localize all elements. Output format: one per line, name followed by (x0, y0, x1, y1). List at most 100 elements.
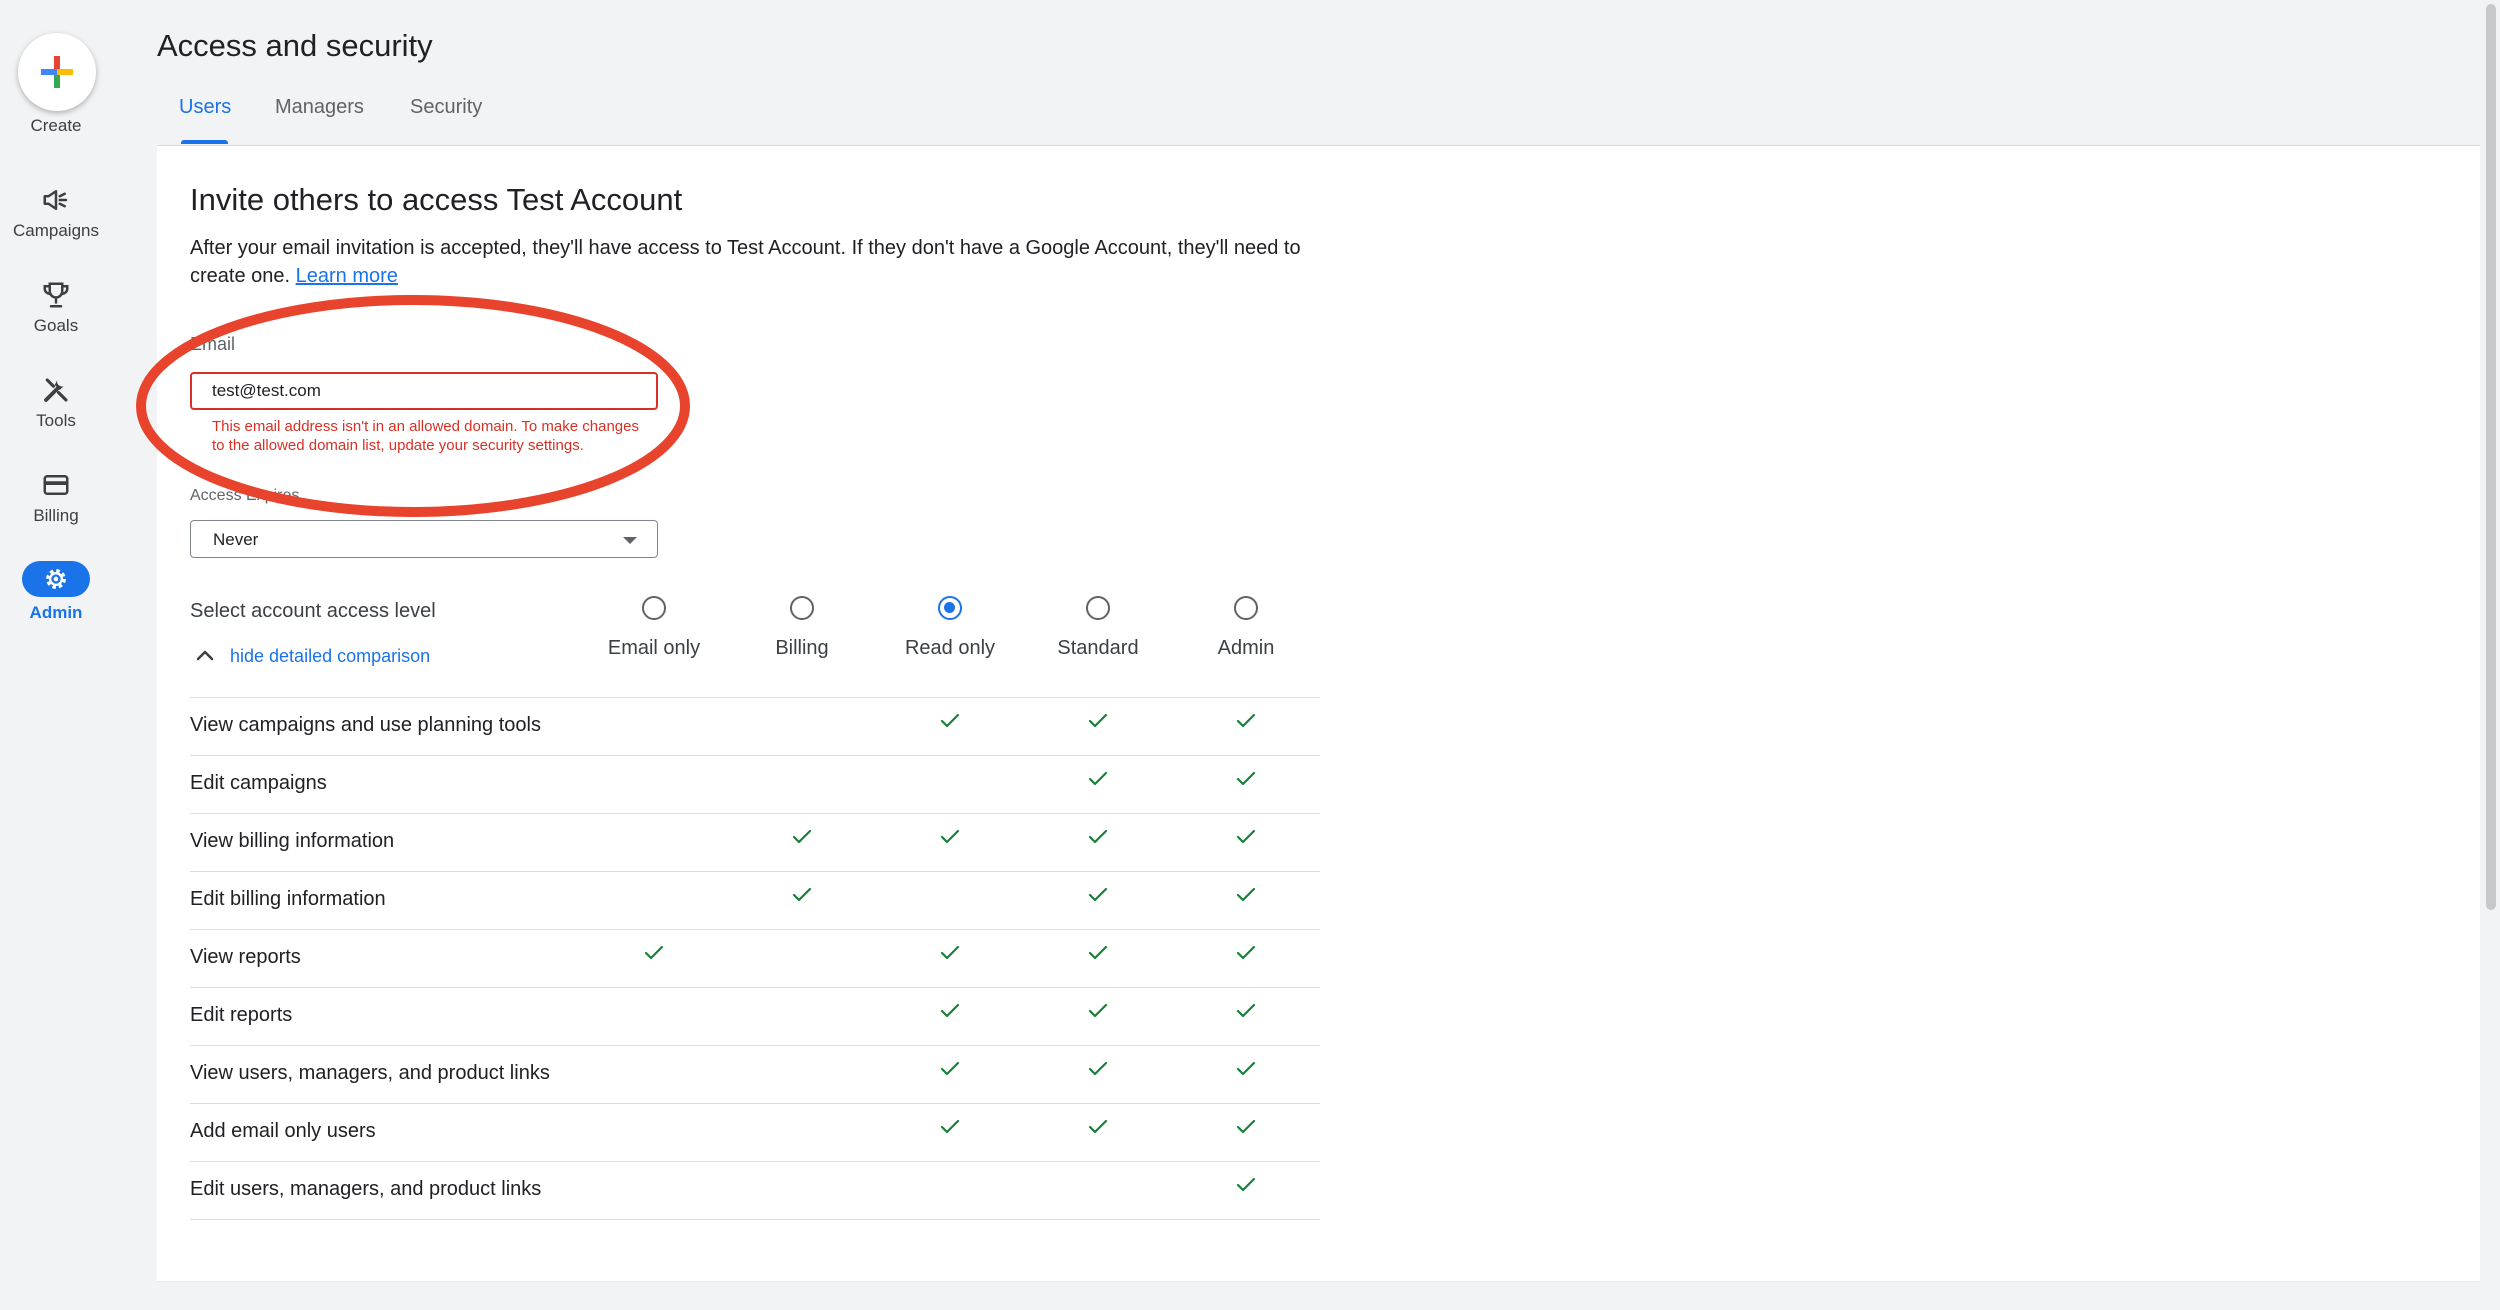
radio-label: Admin (1171, 637, 1321, 660)
chevron-up-icon (192, 644, 218, 668)
email-error-message: This email address isn't in an allowed d… (212, 417, 652, 455)
trophy-icon (40, 280, 72, 310)
access-level-label: Select account access level (190, 600, 436, 623)
check-icon (930, 1002, 970, 1028)
sidebar-item-label: Tools (0, 411, 112, 431)
check-icon (930, 1060, 970, 1086)
active-tab-indicator (181, 140, 228, 144)
permission-label: Edit billing information (190, 888, 386, 911)
tools-icon (40, 375, 72, 405)
check-icon (782, 886, 822, 912)
check-icon (1078, 1060, 1118, 1086)
sidebar-item-label: Campaigns (0, 221, 112, 241)
plus-icon (37, 52, 77, 92)
credit-card-icon (40, 470, 72, 500)
permission-label: Edit users, managers, and product links (190, 1178, 541, 1201)
permission-label: View billing information (190, 830, 394, 853)
create-label: Create (0, 116, 112, 136)
radio-label: Standard (1023, 637, 1173, 660)
check-icon (1226, 886, 1266, 912)
sidebar-item-label: Goals (0, 316, 112, 336)
sidebar: Create Campaigns Goals Tools Billing (0, 0, 112, 1310)
check-icon (1078, 712, 1118, 738)
section-title: Invite others to access Test Account (190, 182, 682, 218)
radio-read-only[interactable] (938, 596, 962, 620)
access-level-billing[interactable]: Billing (727, 596, 877, 660)
permission-row: Add email only users (190, 1103, 1320, 1161)
radio-standard[interactable] (1086, 596, 1110, 620)
check-icon (930, 828, 970, 854)
check-icon (1226, 770, 1266, 796)
check-icon (1226, 1060, 1266, 1086)
check-icon (1226, 944, 1266, 970)
radio-label: Read only (875, 637, 1025, 660)
create-button[interactable] (18, 33, 96, 111)
permission-row: Edit reports (190, 987, 1320, 1045)
check-icon (1226, 1118, 1266, 1144)
radio-label: Billing (727, 637, 877, 660)
tab-security[interactable]: Security (410, 96, 482, 119)
radio-admin[interactable] (1234, 596, 1258, 620)
check-icon (930, 944, 970, 970)
sidebar-item-tools[interactable]: Tools (0, 375, 112, 431)
permission-label: Edit reports (190, 1004, 292, 1027)
card-divider (157, 1281, 2480, 1282)
check-icon (930, 1118, 970, 1144)
check-icon (1226, 1002, 1266, 1028)
access-level-read-only[interactable]: Read only (875, 596, 1025, 660)
check-icon (782, 828, 822, 854)
permission-row: View users, managers, and product links (190, 1045, 1320, 1103)
page-title: Access and security (157, 28, 433, 64)
permission-row: Edit campaigns (190, 755, 1320, 813)
dropdown-arrow-icon (623, 537, 637, 544)
gear-icon (42, 565, 70, 593)
megaphone-icon (40, 185, 72, 215)
check-icon (1226, 828, 1266, 854)
permission-row: View billing information (190, 813, 1320, 871)
access-expires-select[interactable]: Never (190, 520, 658, 558)
sidebar-item-campaigns[interactable]: Campaigns (0, 185, 112, 241)
radio-label: Email only (579, 637, 729, 660)
permission-row: View reports (190, 929, 1320, 987)
comparison-toggle-label: hide detailed comparison (230, 646, 430, 667)
access-level-admin[interactable]: Admin (1171, 596, 1321, 660)
radio-email-only[interactable] (642, 596, 666, 620)
permission-label: Add email only users (190, 1120, 376, 1143)
sidebar-item-goals[interactable]: Goals (0, 280, 112, 336)
email-field[interactable] (190, 372, 658, 410)
check-icon (1226, 712, 1266, 738)
check-icon (1226, 1176, 1266, 1202)
tab-users[interactable]: Users (179, 96, 231, 119)
access-expires-label: Access Expires (190, 487, 299, 505)
sidebar-item-label: Admin (0, 603, 112, 623)
learn-more-link[interactable]: Learn more (296, 265, 398, 287)
radio-billing[interactable] (790, 596, 814, 620)
sidebar-item-label: Billing (0, 506, 112, 526)
sidebar-item-billing[interactable]: Billing (0, 470, 112, 526)
permission-label: Edit campaigns (190, 772, 327, 795)
access-expires-value: Never (213, 530, 258, 550)
check-icon (1078, 1002, 1118, 1028)
access-level-standard[interactable]: Standard (1023, 596, 1173, 660)
check-icon (1078, 828, 1118, 854)
permissions-table: View campaigns and use planning tools Edi… (190, 697, 1320, 1220)
check-icon (1078, 770, 1118, 796)
permission-row: Edit users, managers, and product links (190, 1161, 1320, 1220)
admin-active-indicator (22, 561, 90, 597)
check-icon (1078, 886, 1118, 912)
sidebar-item-admin[interactable]: Admin (0, 561, 112, 623)
scrollbar-thumb[interactable] (2486, 4, 2496, 910)
permission-label: View users, managers, and product links (190, 1062, 550, 1085)
email-label: Email (190, 334, 235, 355)
permission-label: View campaigns and use planning tools (190, 714, 541, 737)
check-icon (1078, 1118, 1118, 1144)
check-icon (634, 944, 674, 970)
tab-managers[interactable]: Managers (275, 96, 364, 119)
access-level-email-only[interactable]: Email only (579, 596, 729, 660)
check-icon (930, 712, 970, 738)
permission-label: View reports (190, 946, 301, 969)
check-icon (1078, 944, 1118, 970)
invite-description: After your email invitation is accepted,… (190, 234, 1340, 290)
permission-row: View campaigns and use planning tools (190, 697, 1320, 755)
permission-row: Edit billing information (190, 871, 1320, 929)
